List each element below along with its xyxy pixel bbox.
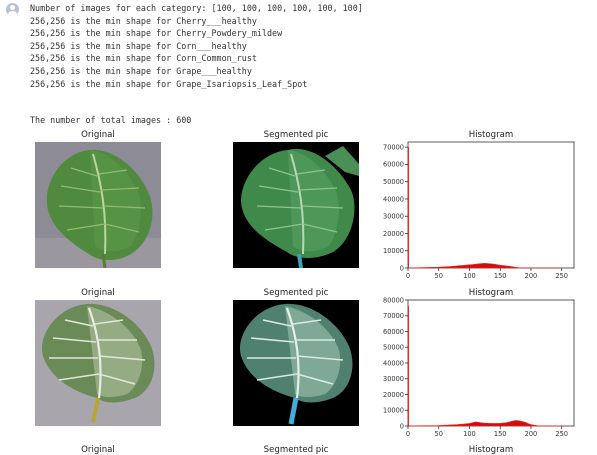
y-tick-label: 40000 bbox=[383, 195, 404, 203]
y-tick-label: 10000 bbox=[383, 247, 404, 255]
y-tick-label: 30000 bbox=[383, 213, 404, 221]
histogram-title: Histogram bbox=[468, 130, 514, 140]
y-tick-label: 60000 bbox=[383, 161, 404, 169]
total-images-text: The number of total images : 600 bbox=[30, 115, 192, 125]
segmented-title: Segmented pic bbox=[263, 288, 329, 298]
histogram-chart: 0 10000 20000 30000 40000 50000 60000 70000 8000… bbox=[383, 296, 575, 438]
y-tick-label: 80000 bbox=[383, 296, 404, 304]
output-log: Number of images for each category: [100… bbox=[30, 2, 363, 90]
plot-frame bbox=[407, 299, 575, 427]
segmented-leaf-image bbox=[233, 142, 359, 268]
histogram-title: Histogram bbox=[468, 288, 514, 298]
plot-frame bbox=[407, 141, 575, 269]
x-tick-label: 50 bbox=[435, 430, 443, 438]
y-tick-label: 40000 bbox=[383, 359, 404, 367]
x-tick-label: 150 bbox=[494, 430, 507, 438]
original-leaf-image bbox=[35, 300, 161, 426]
output-avatar-icon bbox=[6, 3, 19, 16]
log-line: 256,256 is the min shape for Grape___hea… bbox=[30, 65, 252, 76]
original-leaf-image bbox=[35, 142, 161, 268]
original-title: Original bbox=[81, 288, 115, 298]
x-tick-label: 100 bbox=[463, 430, 476, 438]
y-tick-label: 0 bbox=[400, 422, 404, 430]
log-line: 256,256 is the min shape for Corn_Common… bbox=[30, 53, 257, 64]
y-tick-label: 50000 bbox=[383, 178, 404, 186]
x-tick-label: 200 bbox=[525, 430, 538, 438]
y-tick-label: 70000 bbox=[383, 312, 404, 320]
log-line: Number of images for each category: [100… bbox=[30, 3, 363, 13]
x-tick-label: 250 bbox=[555, 430, 568, 438]
y-tick-label: 50000 bbox=[383, 344, 404, 352]
y-tick-label: 30000 bbox=[383, 375, 404, 383]
original-title: Original bbox=[81, 445, 115, 455]
x-tick-label: 0 bbox=[406, 430, 410, 438]
y-tick-label: 20000 bbox=[383, 391, 404, 399]
y-tick-label: 20000 bbox=[383, 230, 404, 238]
segmented-title: Segmented pic bbox=[263, 445, 329, 455]
x-tick-label: 200 bbox=[525, 272, 538, 280]
log-line: 256,256 is the min shape for Grape_Isari… bbox=[30, 78, 308, 89]
log-line: 256,256 is the min shape for Cherry_Powd… bbox=[30, 28, 283, 39]
x-tick-label: 150 bbox=[494, 272, 507, 280]
x-tick-label: 50 bbox=[435, 272, 443, 280]
x-tick-label: 250 bbox=[555, 272, 568, 280]
segmented-title: Segmented pic bbox=[263, 130, 329, 140]
y-tick-label: 10000 bbox=[383, 407, 404, 415]
histogram-chart: 0 10000 20000 30000 40000 50000 60000 70000 0 50 1… bbox=[383, 141, 575, 280]
y-tick-label: 70000 bbox=[383, 143, 404, 151]
histogram-title: Histogram bbox=[468, 445, 514, 455]
x-tick-label: 100 bbox=[463, 272, 476, 280]
original-title: Original bbox=[81, 130, 115, 140]
segmented-leaf-image bbox=[233, 300, 359, 426]
y-tick-label: 60000 bbox=[383, 328, 404, 336]
log-line: 256,256 is the min shape for Corn___heal… bbox=[30, 40, 247, 51]
x-tick-label: 0 bbox=[406, 272, 410, 280]
y-tick-label: 0 bbox=[400, 264, 404, 272]
log-line: 256,256 is the min shape for Cherry___he… bbox=[30, 15, 257, 26]
